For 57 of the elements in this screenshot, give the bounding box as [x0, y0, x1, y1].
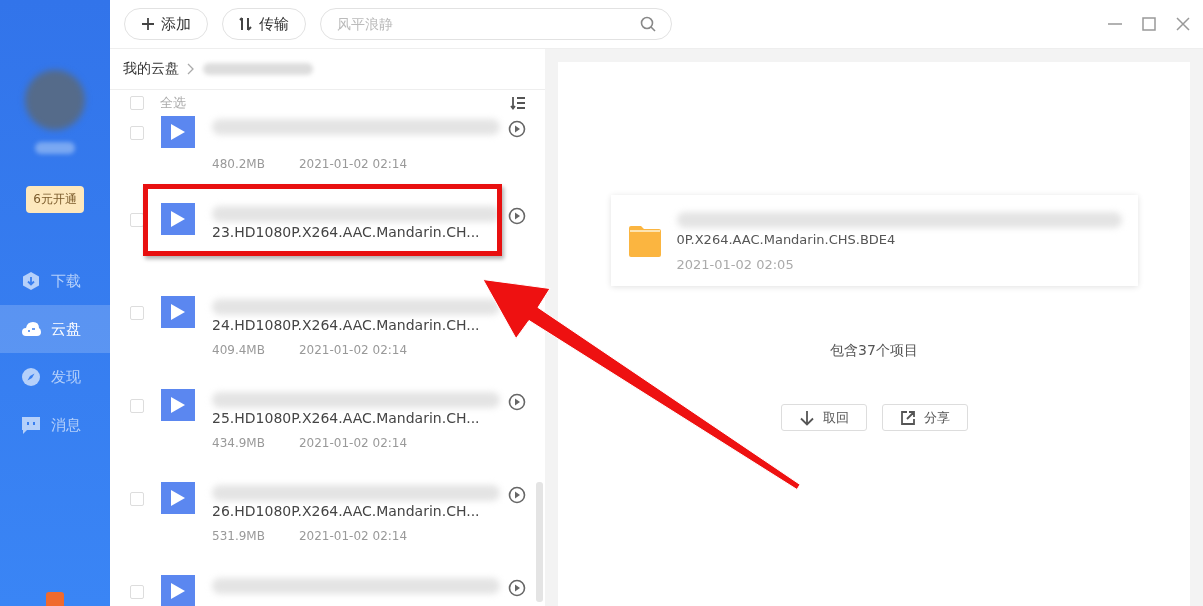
scrollbar[interactable]	[536, 482, 543, 602]
chat-bubble-icon	[21, 415, 41, 435]
file-date: 2021-01-02 02:14	[298, 343, 408, 357]
checkbox[interactable]	[130, 96, 144, 110]
play-circle-icon[interactable]	[508, 486, 526, 504]
add-button[interactable]: 添加	[124, 8, 208, 40]
video-file-icon[interactable]	[161, 575, 195, 606]
action-button[interactable]: 取回	[780, 404, 867, 431]
search-field[interactable]: 风平浪静	[320, 8, 672, 40]
blurred-text	[35, 142, 75, 154]
file-name[interactable]: 26.HD1080P.X264.AAC.Mandarin.CH...	[212, 501, 500, 521]
cloud-icon	[21, 319, 41, 339]
breadcrumb-link[interactable]: 我的云盘	[123, 60, 179, 78]
plus-icon	[141, 17, 155, 31]
file-date: 2021-01-02 02:14	[298, 157, 408, 171]
close-icon[interactable]	[1175, 16, 1191, 32]
file-size: 480.2MB	[212, 157, 265, 171]
transfer-button[interactable]: 传输	[222, 8, 306, 40]
folder-card[interactable]: 0P.X264.AAC.Mandarin.CHS.BDE4 2021-01-02 02:05	[610, 195, 1138, 286]
video-file-icon[interactable]	[161, 203, 195, 235]
maximize-icon[interactable]	[1141, 16, 1157, 32]
play-circle-icon[interactable]	[508, 393, 526, 411]
play-circle-icon[interactable]	[508, 207, 526, 225]
action-button[interactable]: 分享	[881, 404, 968, 431]
compass-icon	[21, 367, 41, 387]
video-file-icon[interactable]	[161, 296, 195, 328]
folder-icon	[626, 223, 663, 258]
video-file-icon[interactable]	[161, 389, 195, 421]
file-date: 2021-01-02 02:14	[298, 529, 408, 543]
share-icon	[899, 409, 916, 426]
video-file-icon[interactable]	[161, 482, 195, 514]
file-size: 531.9MB	[212, 529, 265, 543]
download-icon	[21, 271, 41, 291]
folder-name: 0P.X264.AAC.Mandarin.CHS.BDE4	[676, 232, 897, 247]
search-icon[interactable]	[640, 16, 656, 32]
file-date: 2021-01-02 02:14	[298, 436, 408, 450]
file-size: 434.9MB	[212, 436, 265, 450]
checkbox[interactable]	[130, 399, 144, 413]
video-file-icon[interactable]	[161, 116, 195, 148]
checkbox[interactable]	[130, 126, 144, 140]
checkbox[interactable]	[130, 585, 144, 599]
checkbox[interactable]	[130, 492, 144, 506]
checkbox[interactable]	[130, 306, 144, 320]
checkbox[interactable]	[130, 213, 144, 227]
down-arrow-icon	[798, 409, 815, 426]
sort-icon[interactable]	[510, 96, 526, 110]
transfer-icon	[239, 17, 253, 31]
file-name[interactable]: 24.HD1080P.X264.AAC.Mandarin.CH...	[212, 315, 500, 335]
folder-date: 2021-01-02 02:05	[676, 257, 795, 272]
file-name[interactable]: 25.HD1080P.X264.AAC.Mandarin.CH...	[212, 408, 500, 428]
vip-button[interactable]: 6元开通	[26, 186, 84, 213]
file-size: 409.4MB	[212, 343, 265, 357]
file-name[interactable]: 23.HD1080P.X264.AAC.Mandarin.CH...	[212, 222, 500, 242]
chevron-icon	[187, 63, 195, 75]
play-circle-icon[interactable]	[508, 579, 526, 597]
item-count: 包含37个项目	[830, 342, 918, 360]
play-circle-icon[interactable]	[508, 120, 526, 138]
